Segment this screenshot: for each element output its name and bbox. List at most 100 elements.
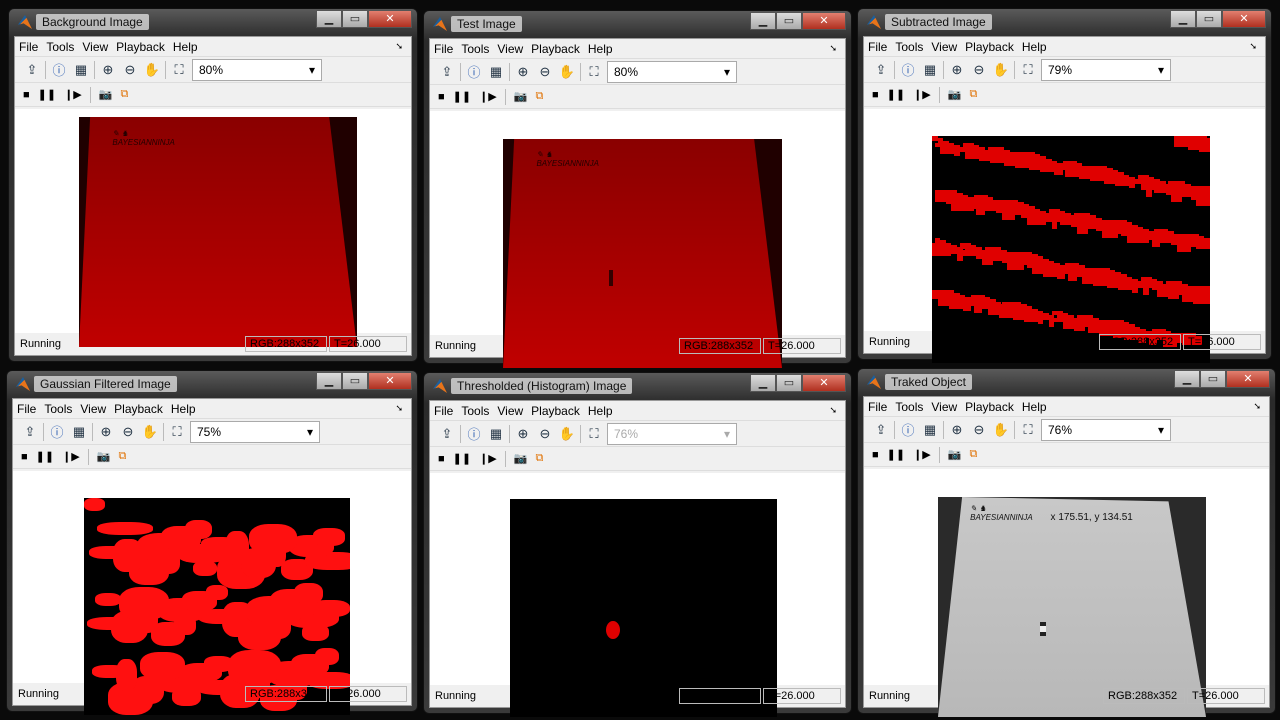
pause-icon[interactable]: ❚❚ <box>887 448 905 461</box>
pixel-region-icon[interactable]: ▦ <box>70 424 88 440</box>
dock-icon[interactable]: ➘ <box>391 403 407 414</box>
title-bar[interactable]: Traked Object ▁ ▭ ✕ <box>863 369 1270 395</box>
menu-help[interactable]: Help <box>169 40 202 54</box>
video-viewer-window[interactable]: Gaussian Filtered Image ▁ ▭ ✕ File Tools Vie… <box>6 370 418 715</box>
fit-to-window-icon[interactable]: ⛶ <box>170 62 188 78</box>
snapshot-camera-icon[interactable]: 📷 <box>514 452 528 465</box>
zoom-out-icon[interactable]: ⊖ <box>970 422 988 438</box>
menu-tools[interactable]: Tools <box>40 402 76 416</box>
zoom-out-icon[interactable]: ⊖ <box>536 64 554 80</box>
dock-icon[interactable]: ➘ <box>825 43 841 54</box>
pixel-region-icon[interactable]: ▦ <box>487 426 505 442</box>
menu-help[interactable]: Help <box>167 402 200 416</box>
zoom-in-icon[interactable]: ⊕ <box>948 422 966 438</box>
zoom-out-icon[interactable]: ⊖ <box>119 424 137 440</box>
zoom-in-icon[interactable]: ⊕ <box>97 424 115 440</box>
menu-help[interactable]: Help <box>584 42 617 56</box>
step-forward-icon[interactable]: ❙▶ <box>913 448 931 461</box>
menu-tools[interactable]: Tools <box>891 40 927 54</box>
pause-icon[interactable]: ❚❚ <box>887 88 905 101</box>
step-forward-icon[interactable]: ❙▶ <box>913 88 931 101</box>
zoom-select[interactable]: 80% ▾ <box>607 60 737 83</box>
fit-to-window-icon[interactable]: ⛶ <box>1019 422 1037 438</box>
dock-icon[interactable]: ➘ <box>391 41 407 52</box>
highlight-simulink-icon[interactable]: ⧉ <box>969 448 977 461</box>
minimize-button[interactable]: ▁ <box>750 374 776 392</box>
menu-view[interactable]: View <box>78 40 112 54</box>
close-button[interactable]: ✕ <box>368 10 412 28</box>
step-forward-icon[interactable]: ❙▶ <box>62 450 80 463</box>
highlight-simulink-icon[interactable]: ⧉ <box>535 452 543 465</box>
title-bar[interactable]: Test Image ▁ ▭ ✕ <box>429 11 846 37</box>
menu-view[interactable]: View <box>927 400 961 414</box>
export-icon[interactable]: ⇪ <box>438 64 456 80</box>
menu-playback[interactable]: Playback <box>961 400 1018 414</box>
pan-hand-icon[interactable]: ✋ <box>143 62 161 78</box>
snapshot-camera-icon[interactable]: 📷 <box>99 88 113 101</box>
export-icon[interactable]: ⇪ <box>438 426 456 442</box>
maximize-button[interactable]: ▭ <box>776 374 802 392</box>
snapshot-camera-icon[interactable]: 📷 <box>948 88 962 101</box>
stop-icon[interactable]: ■ <box>438 91 445 103</box>
dock-icon[interactable]: ➘ <box>1249 401 1265 412</box>
fit-to-window-icon[interactable]: ⛶ <box>585 64 603 80</box>
menu-playback[interactable]: Playback <box>110 402 167 416</box>
info-icon[interactable]: ⓘ <box>465 62 483 81</box>
highlight-simulink-icon[interactable]: ⧉ <box>120 88 128 101</box>
zoom-in-icon[interactable]: ⊕ <box>514 64 532 80</box>
step-forward-icon[interactable]: ❙▶ <box>479 452 497 465</box>
pan-hand-icon[interactable]: ✋ <box>992 62 1010 78</box>
video-viewer-window[interactable]: Subtracted Image ▁ ▭ ✕ File Tools View Playba… <box>857 8 1272 363</box>
step-forward-icon[interactable]: ❙▶ <box>479 90 497 103</box>
menu-help[interactable]: Help <box>584 404 617 418</box>
menu-view[interactable]: View <box>493 42 527 56</box>
fit-to-window-icon[interactable]: ⛶ <box>168 424 186 440</box>
pause-icon[interactable]: ❚❚ <box>453 452 471 465</box>
zoom-select[interactable]: 80% ▾ <box>192 58 322 81</box>
minimize-button[interactable]: ▁ <box>316 10 342 28</box>
menu-file[interactable]: File <box>430 42 457 56</box>
snapshot-camera-icon[interactable]: 📷 <box>514 90 528 103</box>
pause-icon[interactable]: ❚❚ <box>38 88 56 101</box>
info-icon[interactable]: ⓘ <box>48 422 66 441</box>
title-bar[interactable]: Subtracted Image ▁ ▭ ✕ <box>863 9 1266 35</box>
menu-file[interactable]: File <box>864 40 891 54</box>
zoom-in-icon[interactable]: ⊕ <box>99 62 117 78</box>
step-forward-icon[interactable]: ❙▶ <box>64 88 82 101</box>
stop-icon[interactable]: ■ <box>21 451 28 463</box>
zoom-select[interactable]: 75% ▾ <box>190 420 320 443</box>
stop-icon[interactable]: ■ <box>438 453 445 465</box>
menu-playback[interactable]: Playback <box>961 40 1018 54</box>
title-bar[interactable]: Thresholded (Histogram) Image ▁ ▭ ✕ <box>429 373 846 399</box>
info-icon[interactable]: ⓘ <box>465 424 483 443</box>
menu-playback[interactable]: Playback <box>527 404 584 418</box>
close-button[interactable]: ✕ <box>1226 370 1270 388</box>
export-icon[interactable]: ⇪ <box>872 422 890 438</box>
info-icon[interactable]: ⓘ <box>899 420 917 439</box>
pause-icon[interactable]: ❚❚ <box>453 90 471 103</box>
minimize-button[interactable]: ▁ <box>750 12 776 30</box>
maximize-button[interactable]: ▭ <box>776 12 802 30</box>
zoom-select[interactable]: 76% ▾ <box>607 422 737 445</box>
info-icon[interactable]: ⓘ <box>899 60 917 79</box>
fit-to-window-icon[interactable]: ⛶ <box>585 426 603 442</box>
video-viewer-window[interactable]: Test Image ▁ ▭ ✕ File Tools View Playback Help… <box>423 10 852 368</box>
pixel-region-icon[interactable]: ▦ <box>487 64 505 80</box>
zoom-in-icon[interactable]: ⊕ <box>514 426 532 442</box>
menu-file[interactable]: File <box>13 402 40 416</box>
export-icon[interactable]: ⇪ <box>872 62 890 78</box>
close-button[interactable]: ✕ <box>802 12 846 30</box>
menu-view[interactable]: View <box>76 402 110 416</box>
fit-to-window-icon[interactable]: ⛶ <box>1019 62 1037 78</box>
export-icon[interactable]: ⇪ <box>21 424 39 440</box>
menu-file[interactable]: File <box>430 404 457 418</box>
menu-tools[interactable]: Tools <box>42 40 78 54</box>
menu-view[interactable]: View <box>493 404 527 418</box>
pixel-region-icon[interactable]: ▦ <box>72 62 90 78</box>
menu-help[interactable]: Help <box>1018 40 1051 54</box>
menu-file[interactable]: File <box>15 40 42 54</box>
pan-hand-icon[interactable]: ✋ <box>992 422 1010 438</box>
title-bar[interactable]: Background Image ▁ ▭ ✕ <box>14 9 412 35</box>
menu-tools[interactable]: Tools <box>457 404 493 418</box>
stop-icon[interactable]: ■ <box>872 89 879 101</box>
